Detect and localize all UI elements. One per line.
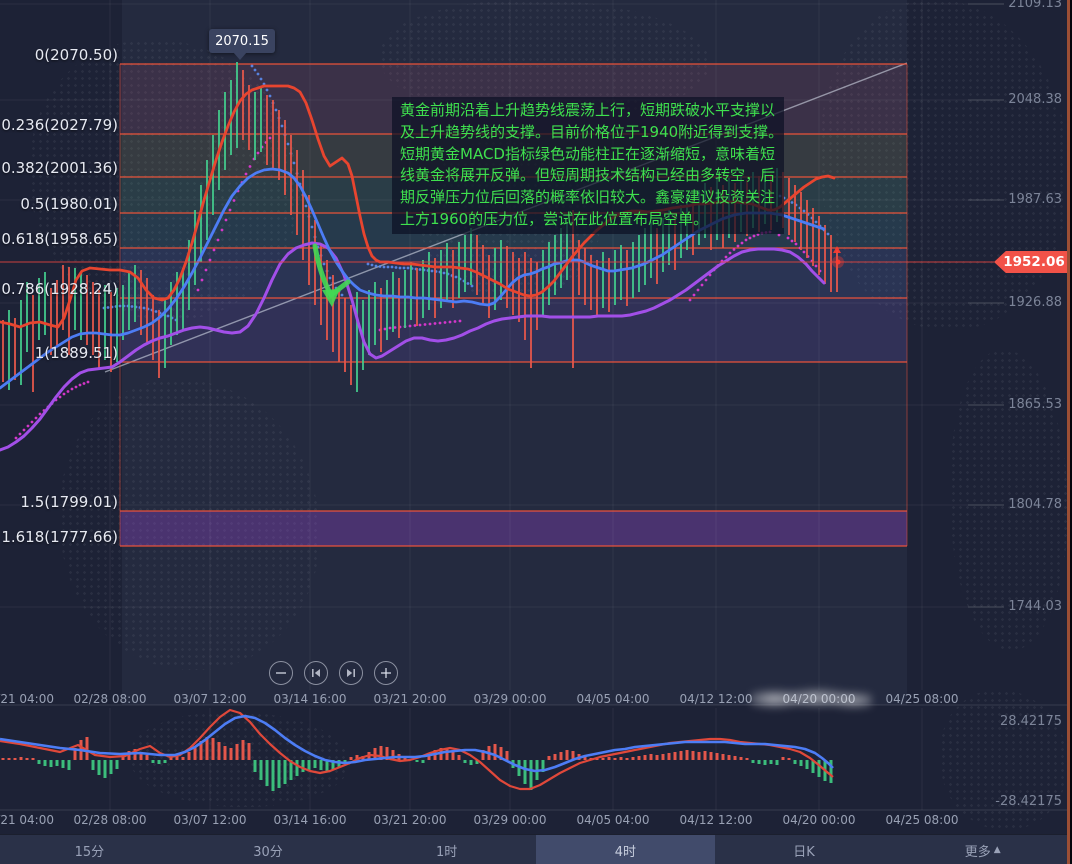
tab-label: 更多: [965, 841, 991, 860]
fib-label: 1(1889.51): [0, 344, 118, 362]
price-axis-label: 1744.03: [1000, 599, 1062, 614]
time-axis-label: 03/14 16:00: [274, 692, 347, 706]
time-axis-label: 04/25 08:00: [886, 692, 959, 706]
tab-timeframe-1时[interactable]: 1时: [357, 835, 536, 864]
time-axis-label: 02/28 08:00: [74, 692, 147, 706]
current-price-value: 1952.06: [1003, 254, 1065, 270]
fib-label: 0.786(1928.24): [0, 280, 118, 298]
macd-upper-scale: 28.42175: [960, 714, 1062, 729]
chevron-up-icon: ▲: [994, 845, 1001, 855]
trading-chart-app: 0(2070.50) 0.236(2027.79) 0.382(2001.36) 0.…: [0, 0, 1072, 864]
analysis-note-line: 及上升趋势线的支撑。目前价格位于1940附近得到支撑。: [400, 122, 776, 144]
price-tooltip: 2070.15: [209, 29, 275, 53]
time-axis-label: 03/29 00:00: [474, 813, 547, 827]
tab-timeframe-15分[interactable]: 15分: [0, 835, 179, 864]
price-axis-label: 2048.38: [1000, 92, 1062, 107]
time-axis-label: 03/21 20:00: [374, 692, 447, 706]
tab-label: 1时: [436, 841, 457, 860]
price-tooltip-value: 2070.15: [215, 34, 269, 49]
analysis-note-line: 短期黄金MACD指标绿色动能柱正在逐渐缩短，意味着短: [400, 144, 776, 166]
time-axis-label: 04/12 12:00: [680, 692, 753, 706]
price-axis-label: 1804.78: [1000, 497, 1062, 512]
time-axis-label: 02/21 04:00: [0, 692, 54, 706]
price-axis-label: 1987.63: [1000, 192, 1062, 207]
analysis-note-line: 上方1960的压力位，尝试在此位置布局空单。: [400, 209, 776, 231]
tab-timeframe-30分[interactable]: 30分: [179, 835, 358, 864]
fib-label: 0.382(2001.36): [0, 159, 118, 177]
time-axis-label: 04/05 04:00: [577, 813, 650, 827]
time-axis-label: 03/07 12:00: [174, 692, 247, 706]
fib-label: 1.5(1799.01): [0, 493, 118, 511]
tab-timeframe-日K[interactable]: 日K: [715, 835, 894, 864]
analysis-note-line: 线黄金将展开反弹。但短周期技术结构已经由多转空，后: [400, 165, 776, 187]
analysis-note-line: 期反弹压力位后回落的概率依旧较大。鑫豪建议投资关注: [400, 187, 776, 209]
tab-label: 日K: [793, 841, 815, 860]
fib-label: 1.618(1777.66): [0, 528, 118, 546]
tab-label: 4时: [615, 841, 636, 860]
time-axis-label: 04/25 08:00: [886, 813, 959, 827]
time-axis-label: 02/21 04:00: [0, 813, 54, 827]
time-axis-label: 02/28 08:00: [74, 813, 147, 827]
timeframe-toolbar: 15分 30分 1时 4时 日K 更多▲: [0, 834, 1072, 864]
tooltip-pointer-icon: [233, 52, 247, 60]
zoom-out-button[interactable]: [269, 661, 293, 685]
time-axis-label: 03/07 12:00: [174, 813, 247, 827]
macd-lower-scale: -28.42175: [960, 794, 1062, 809]
skip-start-button[interactable]: [304, 661, 328, 685]
time-axis-label: 03/21 20:00: [374, 813, 447, 827]
price-axis-label: 1865.53: [1000, 397, 1062, 412]
zoom-in-button[interactable]: [374, 661, 398, 685]
time-axis-label: 03/14 16:00: [274, 813, 347, 827]
fib-label: 0.5(1980.01): [0, 195, 118, 213]
tab-label: 30分: [253, 841, 283, 860]
tab-timeframe-4时[interactable]: 4时: [536, 835, 715, 864]
current-price-tag: 1952.06: [994, 251, 1068, 273]
tab-label: 15分: [75, 841, 105, 860]
analysis-note: 黄金前期沿着上升趋势线震荡上行，短期跌破水平支撑以及上升趋势线的支撑。目前价格位…: [392, 97, 784, 234]
analysis-note-line: 黄金前期沿着上升趋势线震荡上行，短期跌破水平支撑以: [400, 100, 776, 122]
fib-label: 0.236(2027.79): [0, 116, 118, 134]
time-axis-label: 03/29 00:00: [474, 692, 547, 706]
time-axis-label: 04/05 04:00: [577, 692, 650, 706]
skip-end-button[interactable]: [339, 661, 363, 685]
fib-label: 0.618(1958.65): [0, 230, 118, 248]
time-axis-label: 04/12 12:00: [680, 813, 753, 827]
price-axis-label: 2109.13: [1000, 0, 1062, 11]
time-axis-label: 04/20 00:00: [783, 692, 856, 706]
price-axis-label: 1926.88: [1000, 295, 1062, 310]
time-axis-label: 04/20 00:00: [783, 813, 856, 827]
fib-label: 0(2070.50): [0, 46, 118, 64]
tab-timeframe-更多[interactable]: 更多▲: [893, 835, 1072, 864]
